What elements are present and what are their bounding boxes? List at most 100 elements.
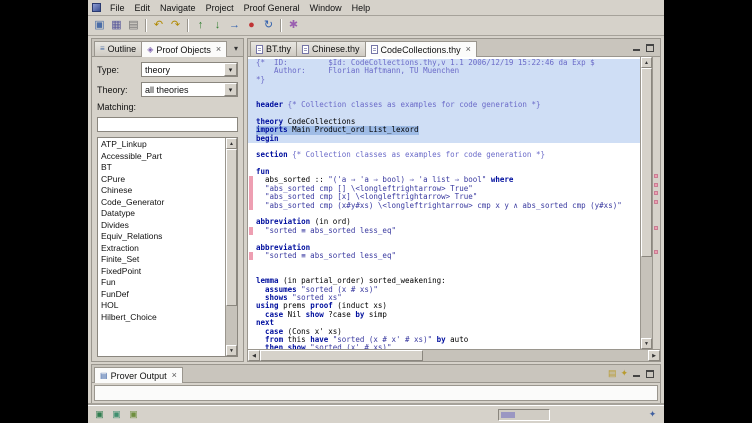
close-tab-icon[interactable]: × [172, 371, 177, 380]
scroll-up-icon[interactable]: ▲ [226, 138, 237, 149]
scroll-down-icon[interactable]: ▼ [226, 345, 237, 356]
retract-step-icon[interactable]: ↑ [192, 17, 209, 34]
menu-help[interactable]: Help [347, 2, 376, 14]
launch-trim-icon[interactable]: ▣ [127, 408, 140, 421]
gutter [248, 135, 256, 143]
restart-prover-icon[interactable]: ↻ [260, 17, 277, 34]
status-progress-cell [498, 409, 550, 421]
code-line: Author: Florian Haftmann, TU Muenchen [248, 67, 640, 75]
theory-combo[interactable]: all theories ▾ [141, 82, 238, 97]
scroll-down-icon[interactable]: ▼ [641, 338, 652, 349]
matching-input[interactable] [97, 117, 238, 132]
gutter [248, 294, 256, 302]
theory-list-item[interactable]: Equiv_Relations [98, 231, 225, 243]
theory-list-item[interactable]: Datatype [98, 208, 225, 220]
code-line: section {* Collection classes as example… [248, 151, 640, 159]
gutter [248, 126, 256, 134]
theory-list-item[interactable]: Divides [98, 220, 225, 232]
close-tab-icon[interactable]: × [466, 45, 471, 54]
scrollbar-thumb[interactable] [226, 149, 237, 306]
fastview-trim-icon[interactable]: ▣ [110, 408, 123, 421]
status-bar: ▣ ▣ ▣ ✦ [88, 405, 664, 423]
annotation-marker[interactable] [654, 200, 658, 204]
print-icon[interactable]: ▤ [125, 17, 142, 34]
interrupt-icon[interactable]: ● [243, 17, 260, 34]
theory-list-item[interactable]: ATP_Linkup [98, 139, 225, 151]
scrollbar-track[interactable] [226, 149, 237, 345]
toolbar-separator [280, 19, 282, 32]
goto-cursor-icon[interactable]: → [226, 17, 243, 34]
scroll-up-icon[interactable]: ▲ [641, 57, 652, 68]
theory-list-scrollbar[interactable]: ▲ ▼ [225, 138, 237, 356]
scrollbar-thumb[interactable] [260, 350, 423, 361]
bt-thy-tab[interactable]: BT.thy [250, 41, 297, 56]
code-area[interactable]: {* ID: $Id: CodeCollections.thy,v 1.1 20… [248, 57, 640, 349]
change-marker [248, 252, 256, 260]
editor-body: {* ID: $Id: CodeCollections.thy,v 1.1 20… [248, 57, 660, 349]
annotation-marker[interactable] [654, 183, 658, 187]
theory-list-item[interactable]: FixedPoint [98, 266, 225, 278]
perspective-trim-icon[interactable]: ▣ [93, 408, 106, 421]
outline-tab[interactable]: ≡Outline [94, 41, 142, 56]
type-label: Type: [97, 65, 137, 75]
menu-proof-general[interactable]: Proof General [239, 2, 305, 14]
theory-list-item[interactable]: Fun [98, 277, 225, 289]
scrollbar-thumb[interactable] [641, 68, 652, 257]
theory-list-item[interactable]: Code_Generator [98, 197, 225, 209]
editor-horizontal-scrollbar[interactable]: ◀ ▶ [248, 349, 660, 361]
codecollections-thy-tab[interactable]: CodeCollections.thy× [365, 41, 477, 57]
scroll-right-icon[interactable]: ▶ [648, 350, 660, 361]
annotation-marker[interactable] [654, 250, 658, 254]
code-line: "abs_sorted cmp (x#y#xs) \<longleftright… [248, 202, 640, 210]
theory-list-item[interactable]: HOL [98, 300, 225, 312]
theory-list-item[interactable]: BT [98, 162, 225, 174]
proof-objects-tab[interactable]: ◈Proof Objects× [141, 41, 227, 57]
view-menu-icon[interactable]: ▾ [231, 44, 241, 56]
prover-output-tab-icon: ▤ [100, 372, 108, 380]
annotation-marker[interactable] [654, 226, 658, 230]
theory-list-item[interactable]: Chinese [98, 185, 225, 197]
theory-list-item[interactable]: FunDef [98, 289, 225, 301]
code-line: *} [248, 76, 640, 84]
theory-list-item[interactable]: Finite_Set [98, 254, 225, 266]
annotation-marker[interactable] [654, 191, 658, 195]
prover-output-tab-label: Prover Output [111, 371, 167, 381]
theory-list-item[interactable]: CPure [98, 174, 225, 186]
save-icon[interactable]: ▦ [108, 17, 125, 34]
prover-output-tab[interactable]: ▤Prover Output × [94, 367, 183, 383]
gutter [248, 319, 256, 327]
redo-icon[interactable]: ↷ [167, 17, 184, 34]
theory-list-item[interactable]: Extraction [98, 243, 225, 255]
theory-list-item[interactable]: Accessible_Part [98, 151, 225, 163]
minimize-editor-icon[interactable] [633, 44, 641, 52]
annotation-marker[interactable] [654, 174, 658, 178]
bottom-view-tabs: ▤Prover Output × [94, 367, 182, 382]
menu-edit[interactable]: Edit [130, 2, 156, 14]
new-wizard-icon[interactable]: ▣ [91, 17, 108, 34]
chinese-thy-tab[interactable]: Chinese.thy [296, 41, 366, 56]
outline-tab-icon: ≡ [100, 45, 105, 53]
prover-settings-icon[interactable]: ✱ [285, 17, 302, 34]
type-combo[interactable]: theory ▾ [141, 62, 238, 77]
scrollbar-track[interactable] [641, 68, 652, 338]
menu-window[interactable]: Window [305, 2, 347, 14]
menu-project[interactable]: Project [201, 2, 239, 14]
close-tab-icon[interactable]: × [216, 45, 221, 54]
prover-output-content[interactable] [94, 385, 658, 401]
menu-file[interactable]: File [105, 2, 130, 14]
maximize-view-icon[interactable] [646, 370, 654, 378]
menu-navigate[interactable]: Navigate [155, 2, 201, 14]
theory-list-item[interactable]: Hilbert_Choice [98, 312, 225, 324]
status-indicator-icon[interactable]: ✦ [646, 408, 659, 421]
theory-combo-arrow-icon[interactable]: ▾ [224, 83, 237, 96]
pin-console-icon[interactable]: ✦ [620, 369, 628, 378]
editor-vertical-scrollbar[interactable]: ▲ ▼ [640, 57, 652, 349]
undo-icon[interactable]: ↶ [150, 17, 167, 34]
maximize-editor-icon[interactable] [646, 44, 654, 52]
type-combo-arrow-icon[interactable]: ▾ [224, 63, 237, 76]
scrollbar-track[interactable] [260, 350, 648, 361]
minimize-view-icon[interactable] [633, 370, 641, 378]
next-step-icon[interactable]: ↓ [209, 17, 226, 34]
scroll-left-icon[interactable]: ◀ [248, 350, 260, 361]
clear-console-icon[interactable]: ▤ [608, 369, 617, 378]
